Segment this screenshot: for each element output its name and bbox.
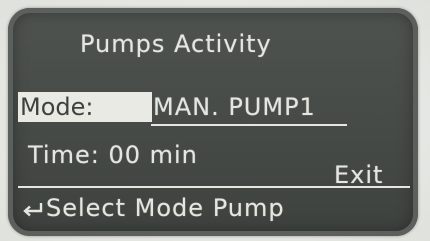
time-readout: Time: 00 min: [28, 141, 198, 169]
mode-value-underline: [151, 124, 347, 126]
mode-label-highlighted[interactable]: Mode:: [18, 92, 152, 122]
footer-divider: [18, 186, 410, 188]
lcd-screen: Pumps Activity Mode: MAN. PUMP1 Time: 00…: [8, 8, 418, 236]
exit-option[interactable]: Exit: [334, 161, 383, 189]
screen-title: Pumps Activity: [80, 30, 272, 58]
mode-value[interactable]: MAN. PUMP1: [153, 92, 316, 122]
footer-hint-text: Select Mode Pump: [46, 194, 285, 222]
footer-hint: Select Mode Pump: [22, 194, 285, 223]
enter-return-icon: [22, 195, 44, 223]
